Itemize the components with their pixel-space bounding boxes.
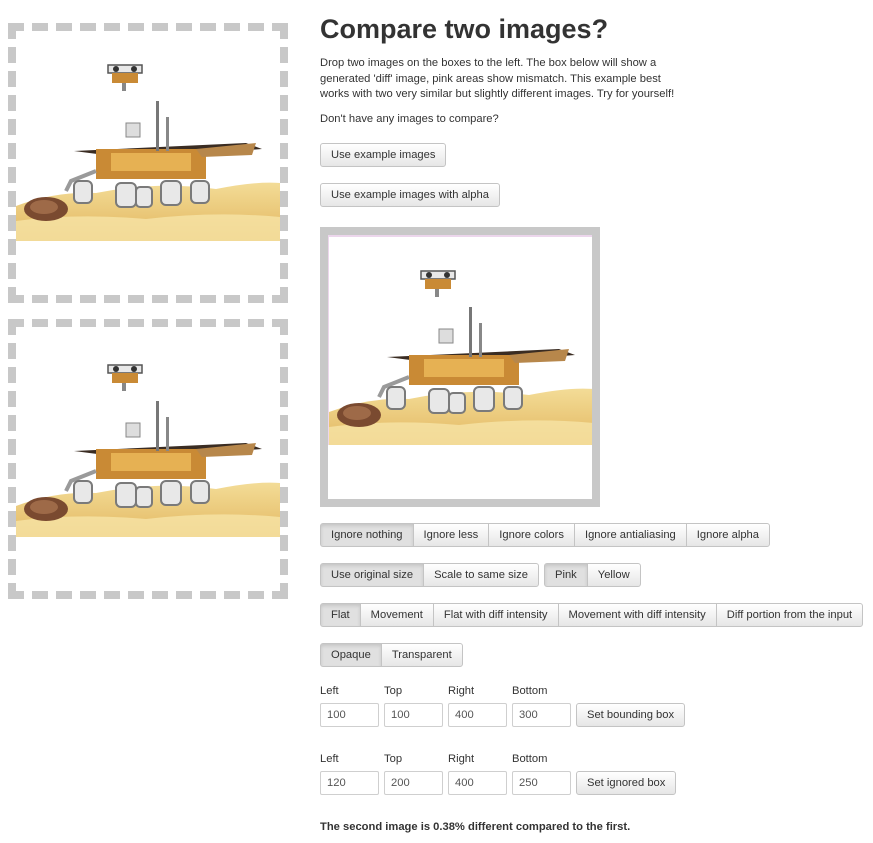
bounding-top-label: Top — [384, 685, 403, 697]
flat-button[interactable]: Flat — [320, 603, 361, 627]
ignored-right-input[interactable] — [448, 771, 507, 795]
opaque-button[interactable]: Opaque — [320, 643, 382, 667]
yellow-button[interactable]: Yellow — [586, 563, 641, 587]
no-images-text: Don't have any images to compare? — [320, 113, 499, 125]
image-drop-zone-1[interactable] — [8, 23, 288, 303]
diff-image — [328, 235, 592, 445]
movement-diff-intensity-button[interactable]: Movement with diff intensity — [557, 603, 717, 627]
use-original-size-button[interactable]: Use original size — [320, 563, 425, 587]
ignore-less-button[interactable]: Ignore less — [412, 523, 490, 547]
set-ignored-box-button[interactable]: Set ignored box — [576, 771, 677, 795]
flat-diff-intensity-button[interactable]: Flat with diff intensity — [432, 603, 559, 627]
mode-options-group: Flat Movement Flat with diff intensity M… — [320, 603, 864, 627]
movement-button[interactable]: Movement — [359, 603, 434, 627]
diff-portion-button[interactable]: Diff portion from the input — [715, 603, 864, 627]
ignored-top-input[interactable] — [384, 771, 443, 795]
intro-text: Drop two images on the boxes to the left… — [320, 57, 675, 100]
ignore-nothing-button[interactable]: Ignore nothing — [320, 523, 414, 547]
ignored-bottom-input[interactable] — [512, 771, 571, 795]
ignore-alpha-button[interactable]: Ignore alpha — [685, 523, 770, 547]
image-preview-1 — [16, 31, 280, 241]
opacity-options-group: Opaque Transparent — [320, 643, 463, 667]
pink-button[interactable]: Pink — [544, 563, 588, 587]
ignored-left-input[interactable] — [320, 771, 379, 795]
color-options-group: Pink Yellow — [544, 563, 641, 587]
ignored-top-label: Top — [384, 753, 403, 765]
bounding-bottom-input[interactable] — [512, 703, 571, 727]
diff-image-box — [320, 227, 600, 507]
bounding-right-label: Right — [448, 685, 475, 697]
ignored-left-label: Left — [320, 753, 339, 765]
ignore-options-group: Ignore nothing Ignore less Ignore colors… — [320, 523, 770, 547]
use-example-alpha-button[interactable]: Use example images with alpha — [320, 183, 500, 207]
image-drop-zone-2[interactable] — [8, 319, 288, 599]
use-example-images-button[interactable]: Use example images — [320, 143, 447, 167]
ignore-antialiasing-button[interactable]: Ignore antialiasing — [573, 523, 687, 547]
bounding-right-input[interactable] — [448, 703, 507, 727]
scale-to-same-size-button[interactable]: Scale to same size — [423, 563, 539, 587]
result-text: The second image is 0.38% different comp… — [320, 821, 631, 833]
bounding-left-label: Left — [320, 685, 339, 697]
transparent-button[interactable]: Transparent — [380, 643, 463, 667]
image-preview-2 — [16, 327, 280, 537]
page-title: Compare two images? — [320, 14, 609, 44]
size-options-group: Use original size Scale to same size — [320, 563, 539, 587]
ignore-colors-button[interactable]: Ignore colors — [488, 523, 575, 547]
bounding-top-input[interactable] — [384, 703, 443, 727]
ignored-bottom-label: Bottom — [512, 753, 548, 765]
set-bounding-box-button[interactable]: Set bounding box — [576, 703, 686, 727]
bounding-left-input[interactable] — [320, 703, 379, 727]
bounding-bottom-label: Bottom — [512, 685, 548, 697]
ignored-right-label: Right — [448, 753, 475, 765]
